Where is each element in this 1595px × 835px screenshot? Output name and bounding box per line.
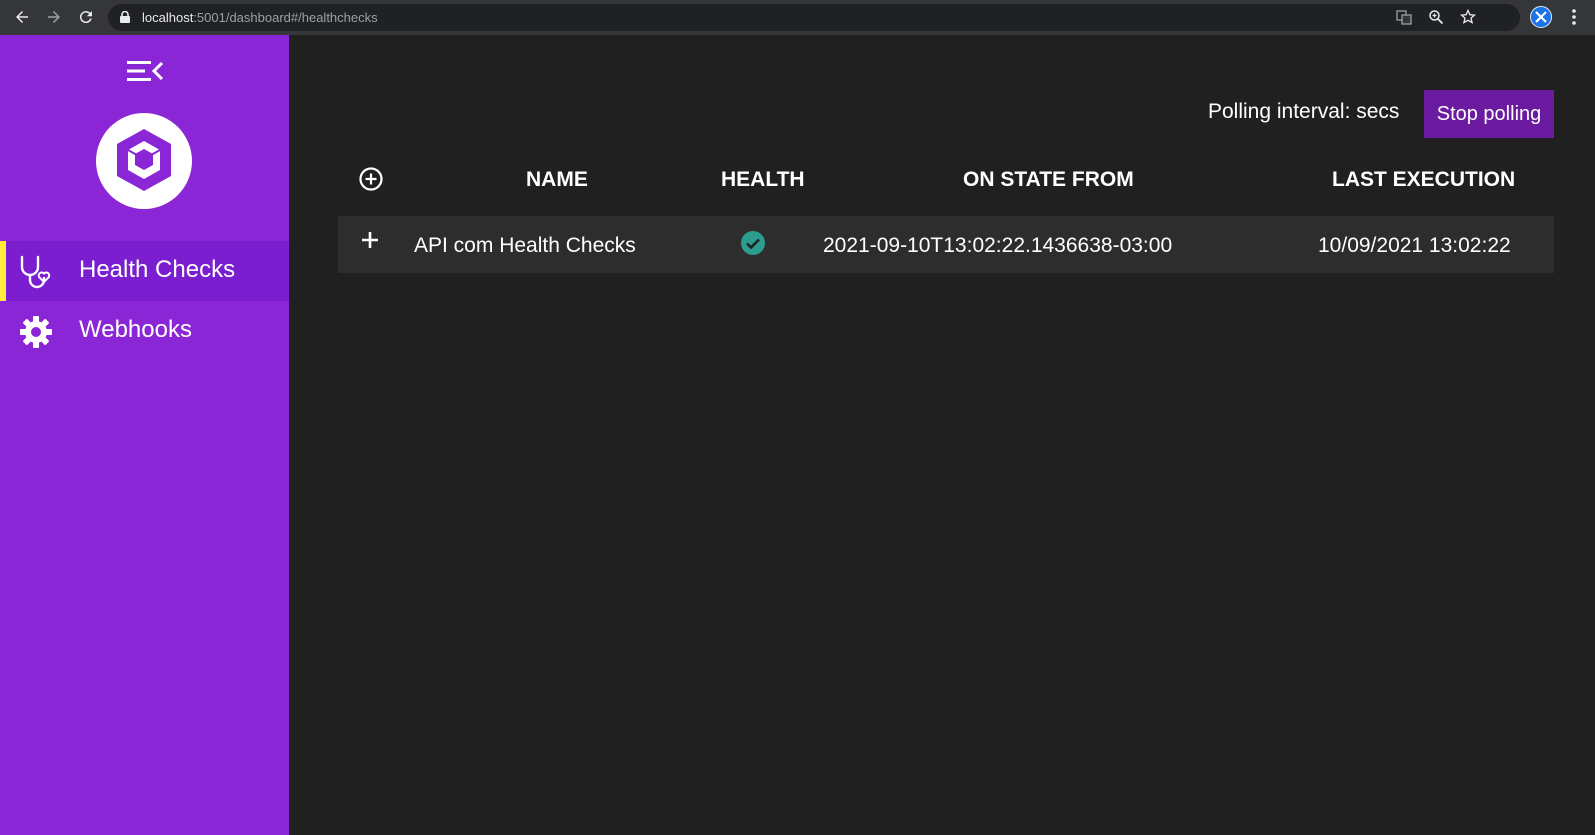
browser-menu-icon[interactable] [1566, 6, 1582, 28]
stethoscope-icon [18, 254, 56, 290]
row-name: API com Health Checks [414, 234, 636, 257]
collapse-menu-icon[interactable] [125, 59, 165, 83]
healthy-check-icon [740, 230, 766, 256]
sidebar-item-label: Webhooks [79, 316, 192, 343]
column-header-on-state-from: ON STATE FROM [963, 168, 1134, 191]
column-header-health: HEALTH [721, 168, 805, 191]
expand-row-icon[interactable] [358, 228, 382, 252]
address-bar[interactable]: localhost:5001/dashboard#/healthchecks [108, 4, 1520, 31]
sidebar: Health Checks Webhooks [0, 35, 289, 835]
stop-polling-button[interactable]: Stop polling [1424, 90, 1554, 138]
sidebar-item-label: Health Checks [79, 256, 236, 283]
row-on-state-from: 2021-09-10T13:02:22.1436638-03:00 [823, 234, 1173, 257]
table-row[interactable]: API com Health Checks 2021-09-10T13:02:2… [338, 216, 1554, 273]
lock-icon [120, 11, 130, 23]
back-icon[interactable] [11, 6, 33, 28]
sidebar-item-health-checks[interactable]: Health Checks [0, 241, 289, 301]
active-indicator [0, 241, 6, 301]
column-header-name: NAME [526, 168, 588, 191]
column-header-last-execution: LAST EXECUTION [1332, 168, 1516, 191]
url-text[interactable]: localhost:5001/dashboard#/healthchecks [142, 10, 378, 25]
polling-interval-label: Polling interval: secs [1208, 100, 1400, 123]
profile-avatar-icon[interactable] [1530, 6, 1552, 28]
bookmark-star-icon[interactable] [1459, 8, 1478, 27]
row-last-execution: 10/09/2021 13:02:22 [1318, 234, 1511, 257]
logo [96, 113, 192, 209]
forward-icon[interactable] [43, 6, 65, 28]
translate-icon[interactable] [1396, 9, 1414, 27]
browser-toolbar: localhost:5001/dashboard#/healthchecks [0, 0, 1595, 35]
gear-icon [18, 314, 56, 350]
add-circle-icon[interactable] [358, 166, 384, 192]
sidebar-item-webhooks[interactable]: Webhooks [0, 301, 289, 361]
zoom-icon[interactable] [1428, 9, 1446, 27]
reload-icon[interactable] [75, 6, 97, 28]
